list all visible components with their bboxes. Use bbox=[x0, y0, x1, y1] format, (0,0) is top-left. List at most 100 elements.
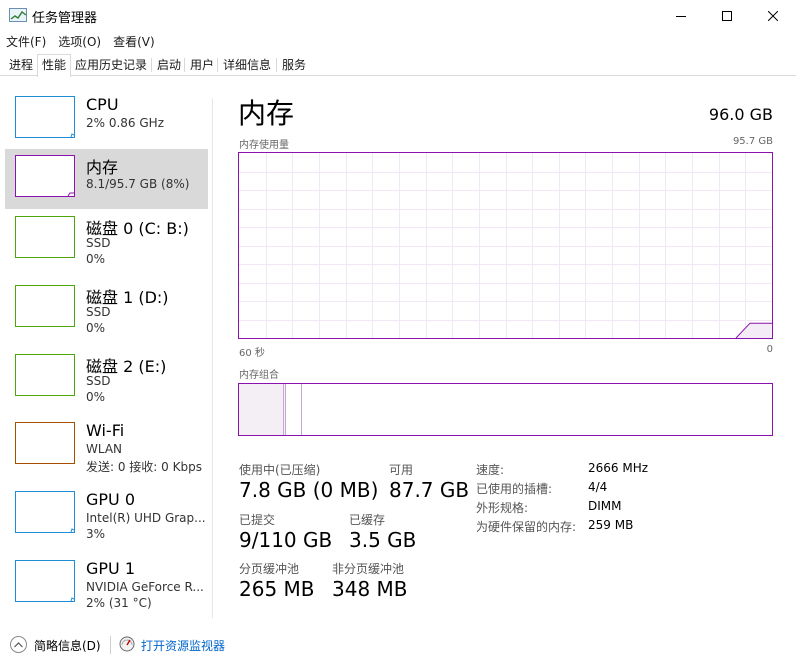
tab-processes[interactable]: 进程 bbox=[4, 54, 38, 76]
available-value: 87.7 GB bbox=[389, 478, 470, 502]
sidebar-item-usage: 0% bbox=[86, 252, 106, 266]
sidebar-item-detail: 8.1/95.7 GB (8%) bbox=[86, 177, 190, 191]
cached-label: 已缓存 bbox=[349, 513, 386, 527]
chevron-up-icon[interactable] bbox=[10, 636, 27, 653]
thumbnail-usage-line bbox=[70, 133, 75, 138]
sidebar-item-model: Intel(R) UHD Grap... bbox=[86, 511, 206, 525]
disk-2-thumbnail-graph bbox=[15, 354, 75, 396]
sidebar-item-usage: 3% bbox=[86, 527, 106, 541]
task-manager-icon bbox=[9, 8, 27, 22]
composition-in-use-segment bbox=[239, 384, 284, 435]
tab-bar: 进程 性能 应用历史记录 启动 用户 详细信息 服务 bbox=[0, 54, 796, 77]
maximize-button[interactable] bbox=[704, 0, 750, 32]
minimize-button[interactable] bbox=[658, 0, 704, 32]
menu-options[interactable]: 选项(O) bbox=[52, 32, 107, 52]
hardware-reserved-value: 259 MB bbox=[588, 518, 634, 532]
close-icon bbox=[768, 11, 778, 21]
slots-used-label: 已使用的插槽: bbox=[476, 482, 553, 496]
form-factor-value: DIMM bbox=[588, 499, 622, 513]
composition-standby-segment bbox=[287, 384, 302, 435]
wifi-thumbnail-graph bbox=[15, 422, 75, 464]
tab-details[interactable]: 详细信息 bbox=[218, 54, 276, 76]
sidebar-item-gpu-0[interactable]: GPU 0 Intel(R) UHD Grap... 3% bbox=[5, 485, 208, 545]
paged-pool-label: 分页缓冲池 bbox=[239, 562, 300, 576]
speed-label: 速度: bbox=[476, 463, 505, 477]
sidebar-divider bbox=[212, 98, 213, 618]
time-span-label: 60 秒 bbox=[239, 348, 265, 359]
fewer-details-button[interactable]: 简略信息(D) bbox=[34, 637, 101, 654]
menu-file[interactable]: 文件(F) bbox=[0, 32, 52, 52]
sidebar-item-detail: 2% 0.86 GHz bbox=[86, 116, 165, 130]
menu-view[interactable]: 查看(V) bbox=[107, 32, 161, 52]
hardware-reserved-label: 为硬件保留的内存: bbox=[476, 520, 577, 534]
sidebar-item-title: GPU 0 bbox=[86, 490, 136, 509]
minimize-icon bbox=[676, 16, 686, 17]
disk-1-thumbnail-graph bbox=[15, 285, 75, 327]
sidebar-item-cpu[interactable]: CPU 2% 0.86 GHz bbox=[5, 90, 208, 150]
sidebar-item-type: SSD bbox=[86, 305, 111, 319]
title-bar: 任务管理器 bbox=[0, 0, 796, 32]
sidebar-item-gpu-1[interactable]: GPU 1 NVIDIA GeForce R... 2% (31 °C) bbox=[5, 554, 208, 614]
memory-usage-area bbox=[736, 323, 772, 338]
tab-services[interactable]: 服务 bbox=[277, 54, 311, 76]
memory-usage-graph bbox=[238, 152, 773, 339]
gpu-0-thumbnail-graph bbox=[15, 491, 75, 533]
composition-modified-segment bbox=[284, 384, 286, 435]
sidebar-item-title: Wi-Fi bbox=[86, 421, 125, 440]
memory-thumbnail-graph bbox=[15, 155, 75, 197]
committed-value: 9/110 GB bbox=[239, 528, 333, 552]
time-now-label: 0 bbox=[766, 344, 773, 355]
graph-label: 内存使用量 bbox=[239, 140, 289, 151]
nonpaged-pool-value: 348 MB bbox=[332, 577, 408, 601]
tab-app-history[interactable]: 应用历史记录 bbox=[70, 54, 152, 76]
resource-monitor-icon bbox=[119, 636, 135, 652]
sidebar-item-usage: 0% bbox=[86, 321, 106, 335]
tab-startup[interactable]: 启动 bbox=[152, 54, 186, 76]
menu-bar: 文件(F) 选项(O) 查看(V) bbox=[0, 32, 796, 52]
disk-0-thumbnail-graph bbox=[15, 216, 75, 258]
gpu-1-thumbnail-graph bbox=[15, 560, 75, 602]
in-use-label: 使用中(已压缩) bbox=[239, 463, 321, 477]
sidebar-item-type: SSD bbox=[86, 374, 111, 388]
sidebar-item-memory[interactable]: 内存 8.1/95.7 GB (8%) bbox=[5, 149, 208, 209]
footer-separator bbox=[110, 636, 111, 654]
sidebar-item-adapter: WLAN bbox=[86, 442, 123, 456]
committed-label: 已提交 bbox=[239, 513, 276, 527]
paged-pool-value: 265 MB bbox=[239, 577, 315, 601]
graph-max-label: 95.7 GB bbox=[732, 136, 773, 147]
cached-value: 3.5 GB bbox=[349, 528, 417, 552]
sidebar-item-throughput: 发送: 0 接收: 0 Kbps bbox=[86, 460, 202, 474]
sidebar-item-model: NVIDIA GeForce R... bbox=[86, 580, 204, 594]
total-memory: 96.0 GB bbox=[708, 105, 773, 124]
sidebar-item-title: CPU bbox=[86, 95, 119, 114]
available-label: 可用 bbox=[389, 463, 414, 477]
composition-label: 内存组合 bbox=[239, 370, 279, 381]
memory-composition-bar bbox=[238, 383, 773, 436]
maximize-icon bbox=[722, 11, 732, 21]
window-title: 任务管理器 bbox=[32, 11, 98, 26]
form-factor-label: 外形规格: bbox=[476, 501, 529, 515]
sidebar-item-disk-2[interactable]: 磁盘 2 (E:) SSD 0% bbox=[5, 348, 208, 408]
tab-users[interactable]: 用户 bbox=[185, 54, 219, 76]
sidebar-item-wifi[interactable]: Wi-Fi WLAN 发送: 0 接收: 0 Kbps bbox=[5, 416, 208, 476]
sidebar-item-disk-0[interactable]: 磁盘 0 (C: B:) SSD 0% bbox=[5, 210, 208, 270]
sidebar-item-usage: 0% bbox=[86, 390, 106, 404]
page-title: 内存 bbox=[238, 97, 295, 130]
slots-used-value: 4/4 bbox=[588, 480, 608, 494]
sidebar-item-disk-1[interactable]: 磁盘 1 (D:) SSD 0% bbox=[5, 279, 208, 339]
thumbnail-usage-line bbox=[67, 192, 74, 197]
memory-usage-chart bbox=[239, 153, 772, 339]
thumbnail-usage-line bbox=[70, 528, 75, 533]
footer: 简略信息(D) 打开资源监视器 bbox=[0, 630, 796, 660]
sidebar-item-title: 内存 bbox=[86, 158, 119, 177]
sidebar-item-title: GPU 1 bbox=[86, 559, 136, 578]
nonpaged-pool-label: 非分页缓冲池 bbox=[332, 562, 405, 576]
close-button[interactable] bbox=[750, 0, 796, 32]
sidebar-item-type: SSD bbox=[86, 236, 111, 250]
tab-performance[interactable]: 性能 bbox=[37, 54, 72, 77]
in-use-value: 7.8 GB (0 MB) bbox=[239, 478, 379, 502]
cpu-thumbnail-graph bbox=[15, 96, 75, 138]
open-resource-monitor-link[interactable]: 打开资源监视器 bbox=[141, 637, 225, 654]
speed-value: 2666 MHz bbox=[588, 461, 649, 475]
thumbnail-usage-line bbox=[70, 597, 75, 602]
